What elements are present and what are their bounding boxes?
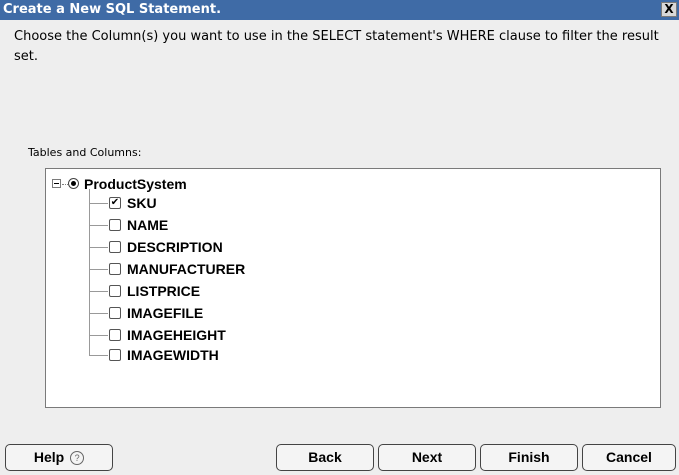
column-checkbox[interactable] [109,285,121,297]
tree-connector [89,313,108,314]
back-button[interactable]: Back [276,444,374,471]
tables-columns-label: Tables and Columns: [28,146,142,159]
tree-connector [89,269,108,270]
column-label[interactable]: SKU [127,195,157,211]
tree-connector [89,225,108,226]
title-bar[interactable]: Create a New SQL Statement. X [0,0,679,20]
column-label[interactable]: DESCRIPTION [127,239,223,255]
table-radio-button[interactable] [68,178,79,189]
column-label[interactable]: NAME [127,217,168,233]
column-item-imageheight[interactable]: IMAGEHEIGHT [89,327,489,345]
column-label[interactable]: IMAGEWIDTH [127,347,219,363]
column-item-sku[interactable]: ✔ SKU [89,195,489,213]
finish-button[interactable]: Finish [480,444,578,471]
column-checkbox[interactable] [109,263,121,275]
table-node-label[interactable]: ProductSystem [84,176,187,192]
column-item-manufacturer[interactable]: MANUFACTURER [89,261,489,279]
window-title: Create a New SQL Statement. [3,2,222,17]
column-item-imagewidth[interactable]: IMAGEWIDTH [89,347,489,365]
column-checkbox[interactable] [109,349,121,361]
column-item-name[interactable]: NAME [89,217,489,235]
tree-connector [89,247,108,248]
sql-statement-dialog: Create a New SQL Statement. X Choose the… [0,0,679,475]
column-item-description[interactable]: DESCRIPTION [89,239,489,257]
column-label[interactable]: IMAGEHEIGHT [127,327,226,343]
tree-connector [89,355,108,356]
tables-columns-tree[interactable]: ProductSystem ✔ SKU NAME DESCRIPTION MAN… [45,168,661,408]
column-checkbox[interactable] [109,307,121,319]
cancel-button[interactable]: Cancel [582,444,676,471]
column-label[interactable]: MANUFACTURER [127,261,245,277]
column-label[interactable]: LISTPRICE [127,283,200,299]
help-button-label: Help [33,449,65,465]
column-checkbox[interactable] [109,219,121,231]
close-button[interactable]: X [661,2,677,17]
column-item-imagefile[interactable]: IMAGEFILE [89,305,489,323]
help-question-icon: ? [70,451,85,465]
column-item-listprice[interactable]: LISTPRICE [89,283,489,301]
tree-connector [89,335,108,336]
column-label[interactable]: IMAGEFILE [127,305,203,321]
collapse-toggle-icon[interactable] [52,179,61,188]
tree-connector [89,291,108,292]
column-checkbox[interactable] [109,329,121,341]
instruction-text: Choose the Column(s) you want to use in … [14,29,659,64]
help-button[interactable]: Help? [5,444,113,471]
column-checkbox[interactable]: ✔ [109,197,121,209]
tree-connector [89,203,108,204]
next-button[interactable]: Next [378,444,476,471]
column-checkbox[interactable] [109,241,121,253]
